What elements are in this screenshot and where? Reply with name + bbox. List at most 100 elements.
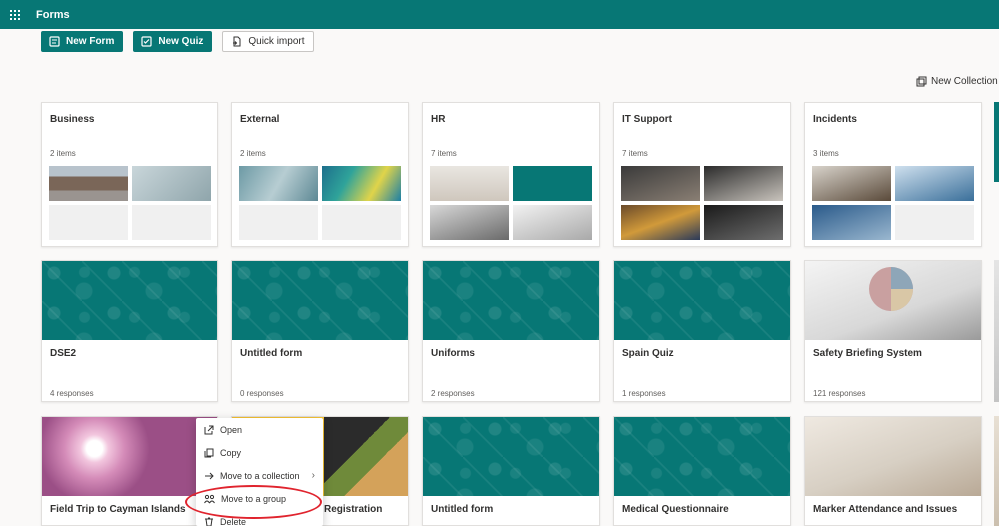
new-quiz-button[interactable]: New Quiz (133, 31, 213, 52)
collection-thumbnails (239, 166, 401, 240)
form-banner (232, 261, 408, 340)
thumbnail-image (49, 166, 128, 201)
form-banner-image (42, 417, 217, 496)
thumbnail-image (621, 166, 700, 201)
thumbnail-image (704, 205, 783, 240)
thumbnail-image (812, 205, 891, 240)
new-form-button[interactable]: New Form (41, 31, 124, 52)
highlight-ellipse (185, 485, 322, 519)
collection-card-incidents[interactable]: Incidents 3 items (804, 102, 982, 247)
next-collection-peek (994, 102, 999, 182)
pie-chart-icon (869, 267, 913, 311)
collection-count: 3 items (813, 149, 839, 158)
thumbnail-image (895, 166, 974, 201)
collection-name: External (240, 114, 280, 125)
collection-name: IT Support (622, 114, 672, 125)
form-icon (49, 36, 60, 47)
form-banner (423, 417, 599, 496)
collection-icon (916, 76, 927, 87)
collection-name: Incidents (813, 114, 857, 125)
top-bar: Forms (0, 0, 999, 29)
chevron-right-icon: › (311, 470, 315, 481)
thumbnail-image (132, 166, 211, 201)
quick-import-label: Quick import (248, 36, 305, 47)
form-card-untitled-2[interactable]: Untitled form (422, 416, 600, 526)
collection-count: 7 items (622, 149, 648, 158)
next-form-peek (994, 260, 999, 402)
thumbnail-placeholder (322, 205, 401, 240)
menu-item-move-to-collection[interactable]: Move to a collection › (196, 464, 323, 487)
thumbnail-image (430, 205, 509, 240)
form-responses: 4 responses (50, 389, 94, 398)
form-name: Registration (324, 504, 383, 515)
collection-card-hr[interactable]: HR 7 items (422, 102, 600, 247)
arrow-right-icon (205, 472, 214, 479)
thumbnail-image (812, 166, 891, 201)
collection-thumbnails (430, 166, 592, 240)
form-responses: 121 responses (813, 389, 866, 398)
collection-card-business[interactable]: Business 2 items (41, 102, 218, 247)
collection-count: 7 items (431, 149, 457, 158)
thumbnail-image (322, 166, 401, 201)
import-icon (233, 36, 241, 47)
collection-name: Business (50, 114, 95, 125)
thumbnail-placeholder (49, 205, 128, 240)
form-responses: 0 responses (240, 389, 284, 398)
new-quiz-label: New Quiz (158, 36, 204, 47)
form-banner (423, 261, 599, 340)
collection-count: 2 items (240, 149, 266, 158)
menu-item-open[interactable]: Open (196, 418, 323, 441)
menu-item-label: Move to a collection (220, 470, 300, 481)
form-card-marker-attendance[interactable]: Marker Attendance and Issues (804, 416, 982, 526)
form-name: Untitled form (240, 348, 303, 359)
food-tray-image (324, 417, 408, 496)
app-title[interactable]: Forms (36, 9, 70, 21)
toolbar: New Form New Quiz Quick import (41, 31, 315, 52)
form-name: Safety Briefing System (813, 348, 922, 359)
new-collection-label: New Collection (931, 76, 998, 87)
collection-thumbnails (812, 166, 974, 240)
thumbnail-image (430, 166, 509, 201)
collection-card-it-support[interactable]: IT Support 7 items (613, 102, 791, 247)
thumbnail-placeholder (895, 205, 974, 240)
trash-icon (205, 517, 213, 526)
form-banner (42, 261, 217, 340)
thumbnail-image (513, 166, 592, 201)
form-name: Field Trip to Cayman Islands (50, 504, 186, 515)
form-name: Marker Attendance and Issues (813, 504, 958, 515)
collection-card-external[interactable]: External 2 items (231, 102, 409, 247)
form-card-uniforms[interactable]: Uniforms 2 responses (422, 260, 600, 402)
collection-thumbnails (49, 166, 211, 240)
copy-icon (204, 448, 214, 457)
form-banner (614, 417, 790, 496)
form-banner-image (805, 417, 981, 496)
thumbnail-placeholder (132, 205, 211, 240)
form-name: Medical Questionnaire (622, 504, 729, 515)
form-name: DSE2 (50, 348, 77, 359)
thumbnail-placeholder (239, 205, 318, 240)
menu-item-copy[interactable]: Copy (196, 441, 323, 464)
collection-thumbnails (621, 166, 783, 240)
form-card-safety-briefing[interactable]: Safety Briefing System 121 responses (804, 260, 982, 402)
menu-item-label: Open (220, 424, 243, 435)
new-collection-button[interactable]: New Collection (916, 76, 998, 87)
form-card-medical-questionnaire[interactable]: Medical Questionnaire (613, 416, 791, 526)
new-form-label: New Form (66, 36, 115, 47)
form-banner (614, 261, 790, 340)
form-card-dse2[interactable]: DSE2 4 responses (41, 260, 218, 402)
app-launcher-icon[interactable] (0, 0, 30, 29)
form-responses: 2 responses (431, 389, 475, 398)
open-icon (204, 425, 214, 434)
form-card-spain-quiz[interactable]: Spain Quiz 1 responses (613, 260, 791, 402)
form-name: Spain Quiz (622, 348, 674, 359)
quick-import-button[interactable]: Quick import (222, 31, 315, 52)
form-responses: 1 responses (622, 389, 666, 398)
thumbnail-image (704, 166, 783, 201)
form-card-untitled[interactable]: Untitled form 0 responses (231, 260, 409, 402)
form-name: Untitled form (431, 504, 494, 515)
form-name: Uniforms (431, 348, 475, 359)
form-banner-image (805, 261, 981, 340)
menu-item-label: Copy (220, 447, 242, 458)
thumbnail-image (239, 166, 318, 201)
thumbnail-image (513, 205, 592, 240)
